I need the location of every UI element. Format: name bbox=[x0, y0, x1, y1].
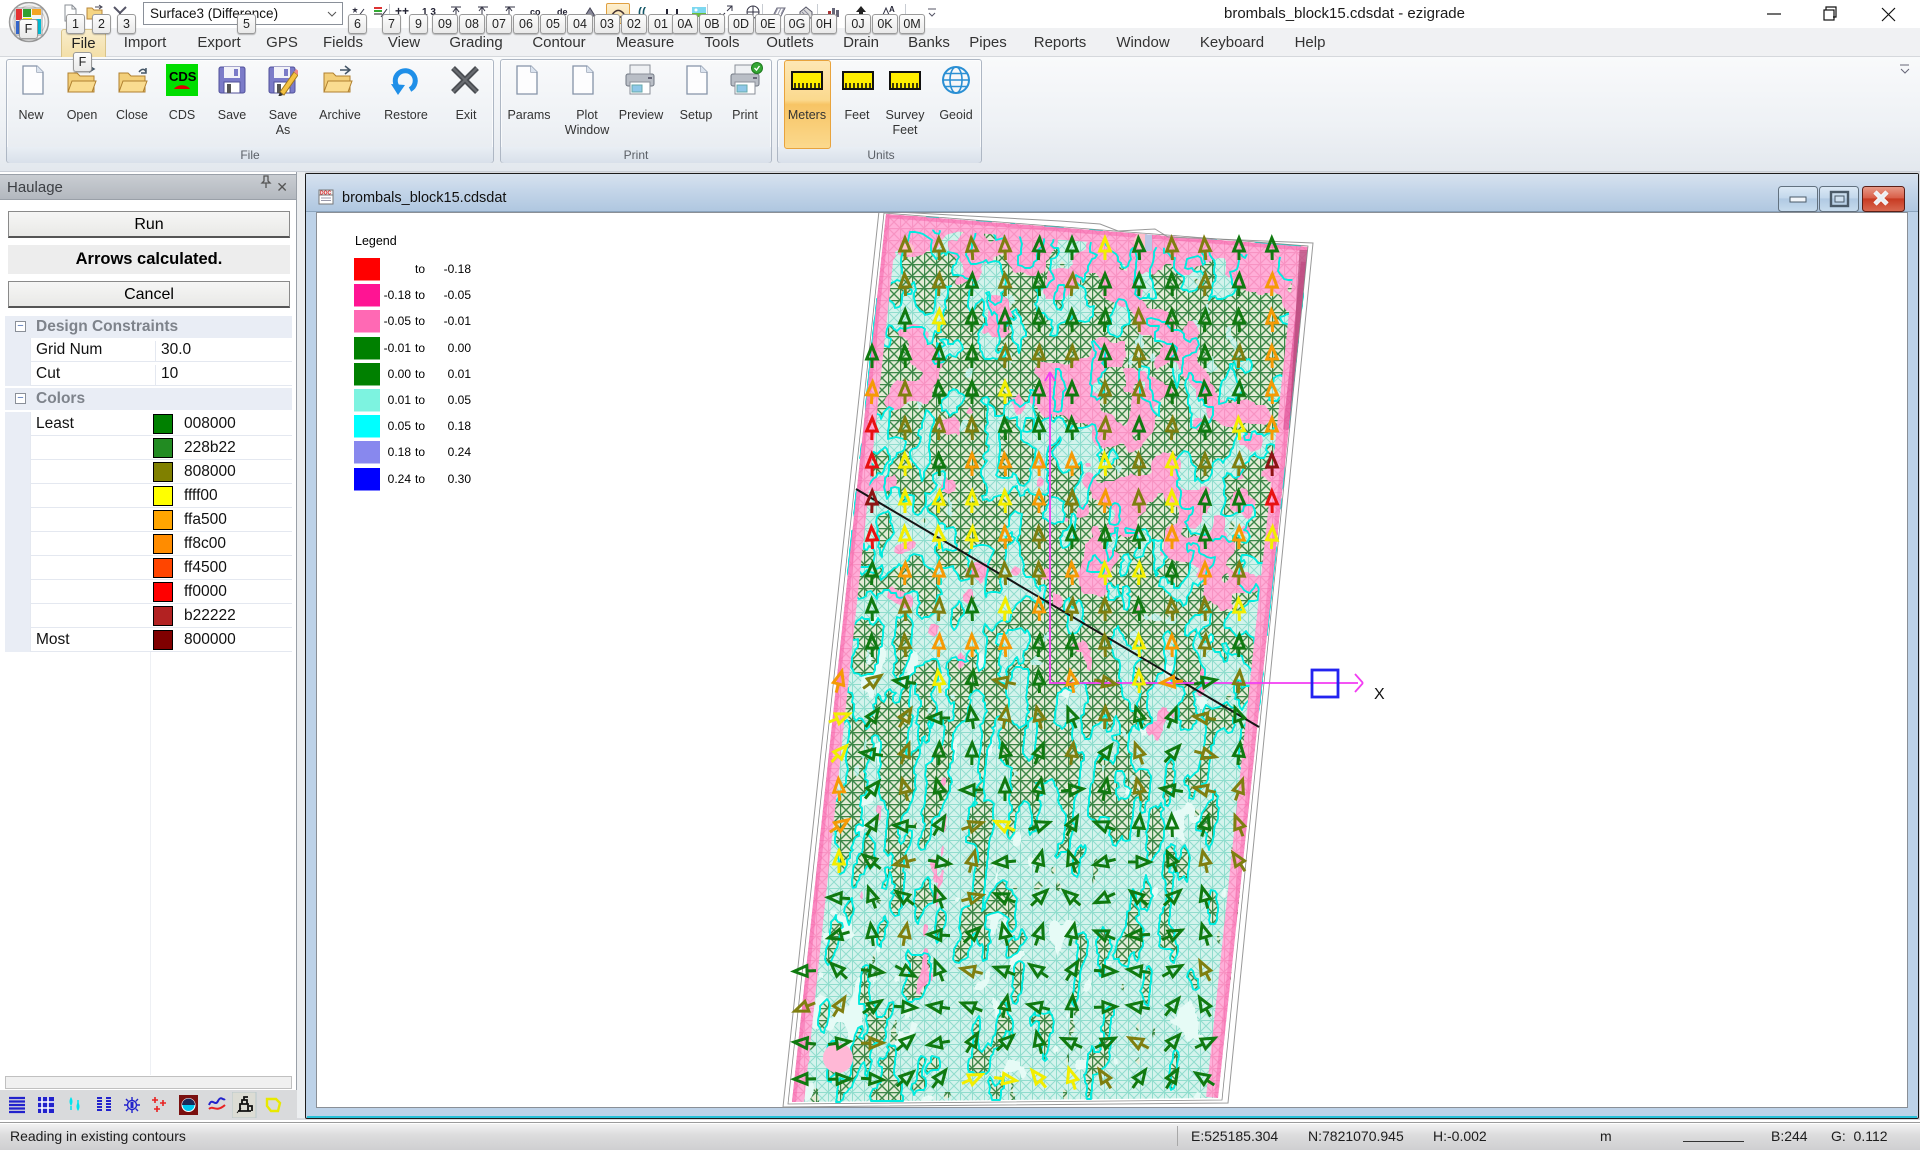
svg-text:DOC: DOC bbox=[320, 191, 332, 197]
svg-text:to: to bbox=[415, 419, 425, 433]
svg-text:0.30: 0.30 bbox=[448, 472, 472, 486]
svg-text:0.05: 0.05 bbox=[388, 419, 412, 433]
svg-text:to: to bbox=[415, 472, 425, 486]
svg-text:-0.01: -0.01 bbox=[444, 314, 472, 328]
svg-text:X: X bbox=[1374, 686, 1385, 703]
svg-text:0.01: 0.01 bbox=[448, 367, 472, 381]
svg-text:0.01: 0.01 bbox=[388, 393, 412, 407]
svg-text:-0.18: -0.18 bbox=[444, 262, 472, 276]
svg-text:-0.01: -0.01 bbox=[384, 341, 412, 355]
svg-text:to: to bbox=[415, 262, 425, 276]
svg-text:-0.05: -0.05 bbox=[444, 288, 472, 302]
svg-text:to: to bbox=[415, 393, 425, 407]
svg-text:CDS: CDS bbox=[169, 69, 197, 84]
svg-text:0.05: 0.05 bbox=[448, 393, 472, 407]
svg-text:0.18: 0.18 bbox=[448, 419, 472, 433]
svg-text:0.18: 0.18 bbox=[388, 445, 412, 459]
svg-text:to: to bbox=[415, 288, 425, 302]
svg-text:to: to bbox=[415, 445, 425, 459]
svg-text:-0.18: -0.18 bbox=[384, 288, 412, 302]
svg-text:Legend: Legend bbox=[355, 234, 397, 248]
svg-text:A: A bbox=[889, 5, 895, 14]
svg-text:0.00: 0.00 bbox=[448, 341, 472, 355]
svg-text:to: to bbox=[415, 367, 425, 381]
svg-text:to: to bbox=[415, 341, 425, 355]
svg-text:0.24: 0.24 bbox=[388, 472, 412, 486]
svg-text:-0.05: -0.05 bbox=[384, 314, 412, 328]
svg-text:to: to bbox=[415, 314, 425, 328]
svg-text:0.24: 0.24 bbox=[448, 445, 472, 459]
svg-text:0.00: 0.00 bbox=[388, 367, 412, 381]
